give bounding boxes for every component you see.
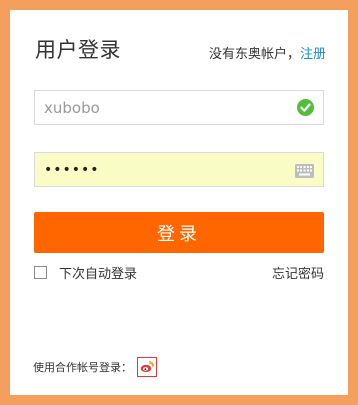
login-button[interactable]: 登录 (34, 212, 324, 253)
remember-checkbox[interactable] (34, 266, 47, 279)
partner-login: 使用合作帐号登录： (33, 357, 157, 377)
weibo-icon[interactable] (137, 357, 157, 377)
username-value[interactable]: xubobo (44, 99, 100, 117)
register-prompt: 没有东奥帐户，注册 (209, 43, 326, 62)
partner-label: 使用合作帐号登录： (33, 361, 132, 374)
username-field[interactable]: xubobo (34, 90, 324, 125)
checkmark-icon (297, 99, 314, 116)
page-title: 用户登录 (35, 38, 121, 62)
forgot-password-link[interactable]: 忘记密码 (272, 263, 324, 282)
keyboard-icon[interactable] (295, 163, 314, 178)
password-value[interactable]: •••••• (44, 162, 100, 178)
remember-me[interactable]: 下次自动登录 (34, 263, 137, 282)
no-account-text: 没有东奥帐户， (208, 47, 300, 62)
login-panel: 用户登录 没有东奥帐户，注册 xubobo •••••• 登录 下次自动登录 忘… (10, 10, 348, 395)
password-field[interactable]: •••••• (34, 152, 324, 187)
register-link[interactable]: 注册 (300, 47, 326, 62)
remember-label[interactable]: 下次自动登录 (59, 263, 137, 282)
